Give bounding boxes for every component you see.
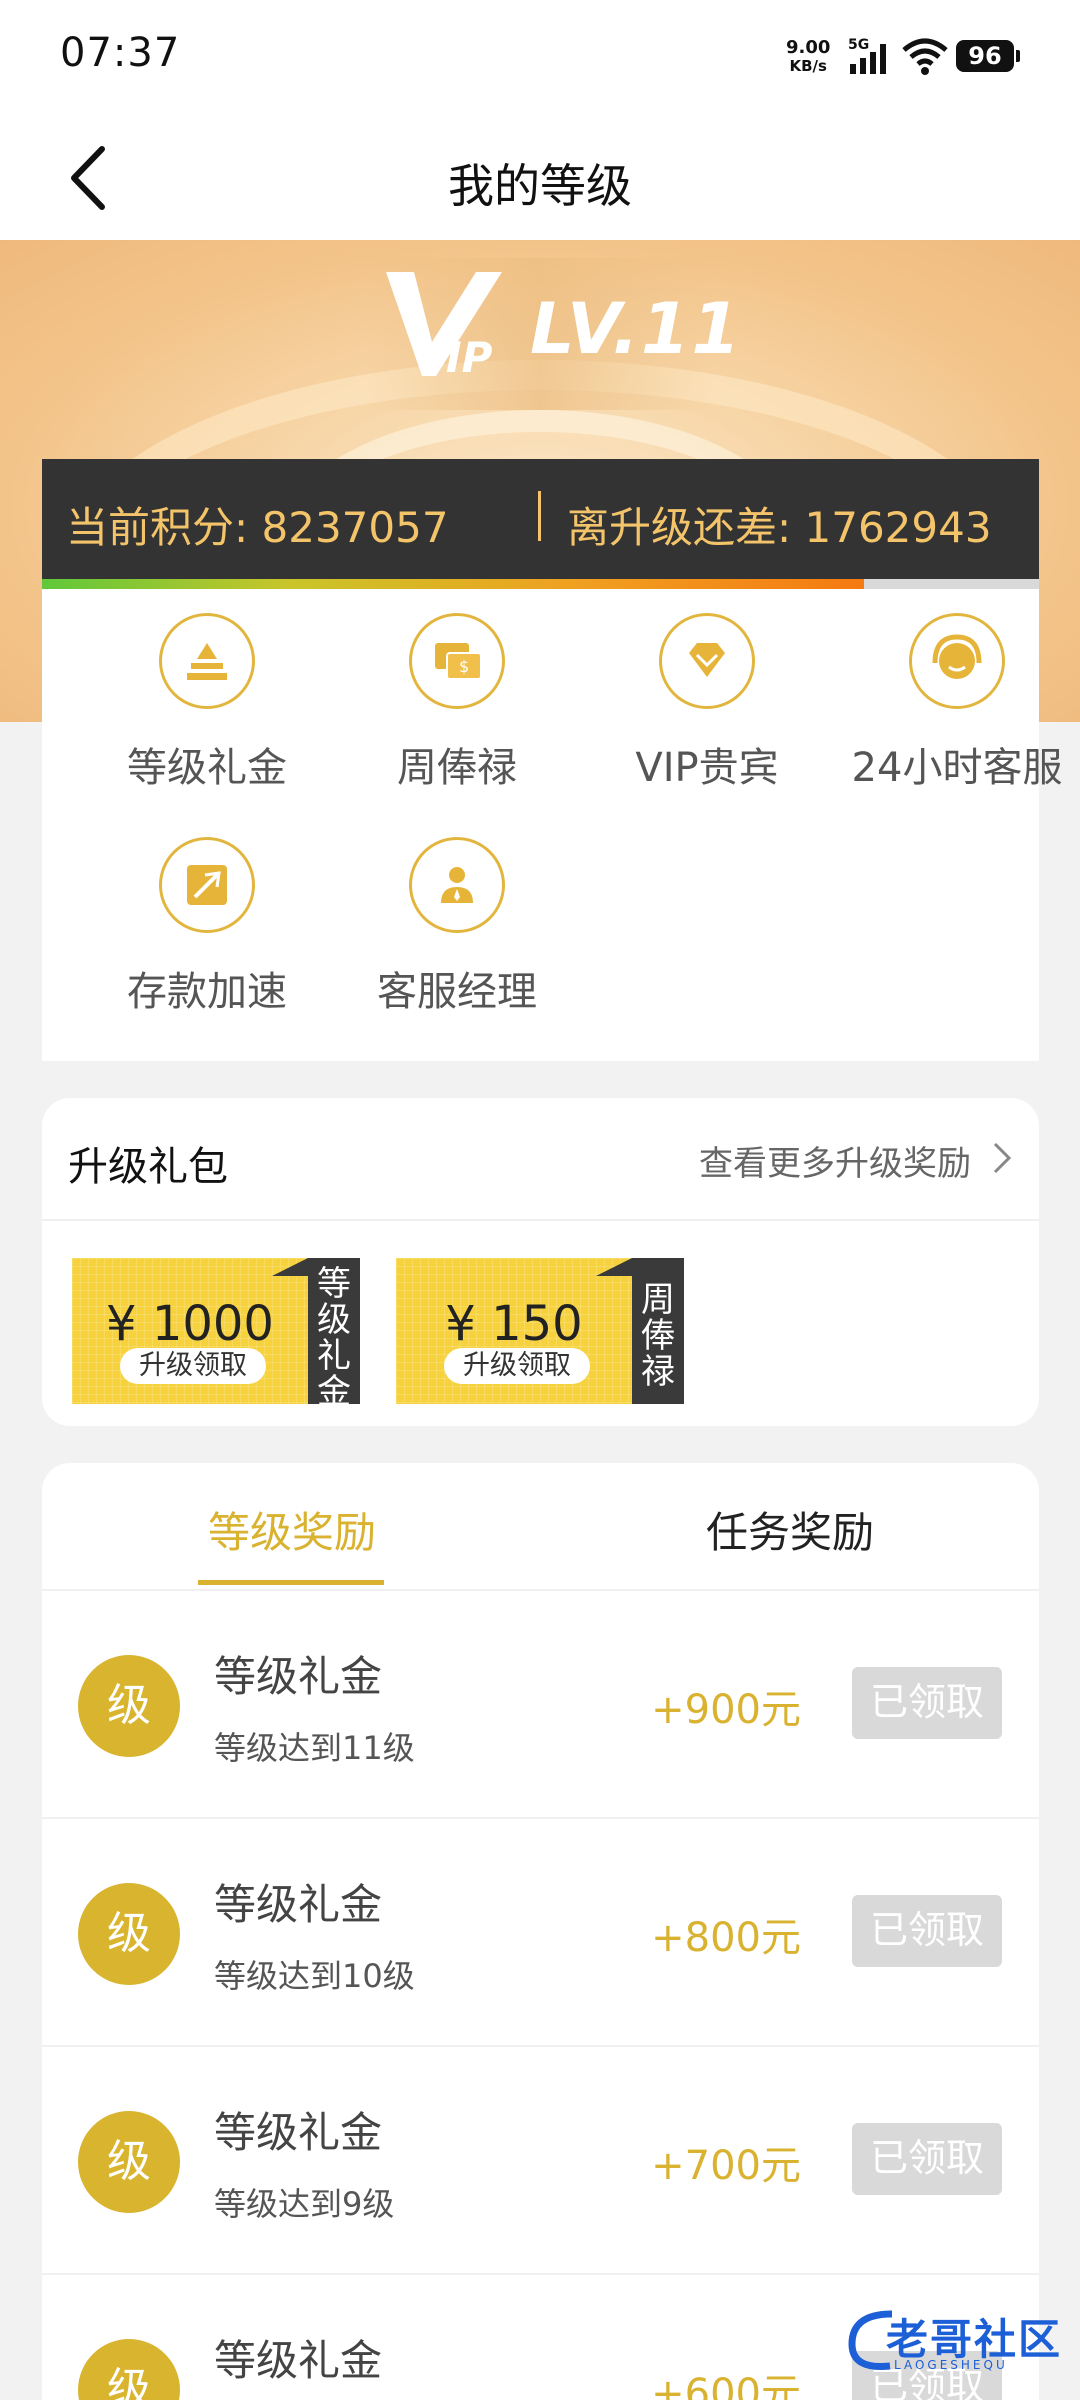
reward-condition: 等级达到10级 [214, 1957, 415, 1995]
gift-pack-title: 升级礼包 [68, 1144, 228, 1190]
vip-benefits-grid: 等级礼金 $ 周俸禄 VIP贵宾 24小时客服 存款加速 客服经理 [42, 589, 1062, 1061]
coupon-tag-label: 等级礼金 [317, 1264, 351, 1412]
benefit-weekly-salary[interactable]: $ 周俸禄 [332, 613, 582, 793]
battery-indicator: 96 [956, 40, 1020, 72]
level-progress-fill [42, 579, 864, 589]
benefit-vip-guest[interactable]: VIP贵宾 [582, 613, 832, 793]
network-speed: 9.00 KB/s [786, 38, 830, 76]
tab-task-rewards[interactable]: 任务奖励 [706, 1499, 874, 1560]
coupon-weekly-salary[interactable]: ¥ 150 升级领取 周俸禄 [396, 1258, 684, 1404]
benefit-label: 客服经理 [377, 969, 537, 1015]
claimed-button[interactable]: 已领取 [852, 2123, 1002, 2195]
network-speed-value: 9.00 [786, 37, 831, 58]
coupon-action: 升级领取 [444, 1348, 590, 1384]
points-bar: 当前积分: 8237057 离升级还差: 1762943 [42, 459, 1039, 579]
chevron-right-icon[interactable] [989, 1138, 1015, 1178]
reward-condition: 等级达到9级 [214, 2185, 395, 2223]
network-type-label: 5G [848, 37, 869, 53]
level-badge: 级 [78, 1655, 180, 1757]
claimed-button[interactable]: 已领取 [852, 1895, 1002, 1967]
points-to-upgrade: 离升级还差: 1762943 [567, 503, 992, 552]
vip-level: LV.11 [530, 288, 743, 370]
claimed-button[interactable]: 已领取 [852, 1667, 1002, 1739]
diamond-icon [659, 613, 755, 709]
points-divider [538, 491, 541, 541]
reward-condition: 等级达到11级 [214, 1729, 415, 1767]
reward-title: 等级礼金 [214, 1880, 383, 1929]
pyramid-icon [159, 613, 255, 709]
coupon-action: 升级领取 [120, 1348, 266, 1384]
benefit-label: 周俸禄 [397, 745, 517, 791]
level-progress-bar [42, 579, 1039, 589]
headset-icon [909, 613, 1005, 709]
benefit-label: 24小时客服 [851, 745, 1063, 791]
reward-amount: +700元 [651, 2143, 801, 2189]
salary-icon: $ [409, 613, 505, 709]
level-badge: 级 [78, 1883, 180, 1985]
benefit-label: 等级礼金 [127, 745, 287, 791]
coupon-tag: 周俸禄 [596, 1258, 684, 1404]
manager-icon [409, 837, 505, 933]
upgrade-gift-pack-card: 升级礼包 查看更多升级奖励 ¥ 1000 升级领取 等级礼金 ¥ 150 升级领… [42, 1098, 1039, 1426]
page-title: 我的等级 [448, 159, 632, 213]
coupon-tag: 等级礼金 [272, 1258, 360, 1410]
benefit-label: VIP贵宾 [635, 745, 779, 791]
divider [42, 1219, 1039, 1221]
reward-row: 级 等级礼金 等级达到10级 +800元 已领取 [42, 1819, 1039, 2047]
coupon-amount: ¥ 1000 [106, 1296, 274, 1352]
level-badge: 级 [78, 2339, 180, 2400]
reward-amount: +600元 [651, 2371, 801, 2400]
coupon-tag-label: 周俸禄 [641, 1280, 675, 1392]
tab-level-rewards[interactable]: 等级奖励 [208, 1499, 376, 1560]
coupon-level-bonus[interactable]: ¥ 1000 升级领取 等级礼金 [72, 1258, 360, 1410]
status-time: 07:37 [60, 30, 181, 76]
active-tab-indicator [198, 1580, 384, 1585]
network-speed-unit: KB/s [789, 57, 827, 75]
vip-logo-icon: IP [386, 272, 502, 382]
reward-title: 等级礼金 [214, 1652, 383, 1701]
coupon-amount: ¥ 150 [445, 1296, 583, 1352]
reward-amount: +900元 [651, 1687, 801, 1733]
current-points: 当前积分: 8237057 [66, 503, 449, 552]
benefit-account-manager[interactable]: 客服经理 [332, 837, 582, 1017]
reward-title: 等级礼金 [214, 2336, 383, 2385]
svg-text:$: $ [459, 657, 469, 676]
wifi-icon [902, 38, 948, 75]
level-badge: 级 [78, 2111, 180, 2213]
app-header: 我的等级 [0, 115, 1080, 240]
svg-text:IP: IP [446, 333, 493, 382]
rewards-card: 等级奖励 任务奖励 级 等级礼金 等级达到11级 +900元 已领取 级 等级礼… [42, 1463, 1039, 2400]
rocket-icon [159, 837, 255, 933]
status-bar: 07:37 9.00 KB/s 5G 96 [0, 0, 1080, 115]
benefit-level-bonus[interactable]: 等级礼金 [82, 613, 332, 793]
reward-row: 级 等级礼金 等级达到9级 +700元 已领取 [42, 2047, 1039, 2275]
reward-title: 等级礼金 [214, 2108, 383, 2157]
reward-amount: +800元 [651, 1915, 801, 1961]
more-upgrade-rewards-link[interactable]: 查看更多升级奖励 [699, 1136, 971, 1185]
benefit-24h-support[interactable]: 24小时客服 [832, 613, 1080, 793]
benefit-deposit-boost[interactable]: 存款加速 [82, 837, 332, 1017]
watermark: 老哥社区 LAOGESHEQU [842, 2300, 1062, 2380]
reward-row: 级 等级礼金 等级达到11级 +900元 已领取 [42, 1591, 1039, 1819]
benefit-label: 存款加速 [127, 969, 287, 1015]
watermark-subtext: LAOGESHEQU [894, 2358, 1008, 2372]
signal-5g-icon: 5G [848, 37, 886, 74]
